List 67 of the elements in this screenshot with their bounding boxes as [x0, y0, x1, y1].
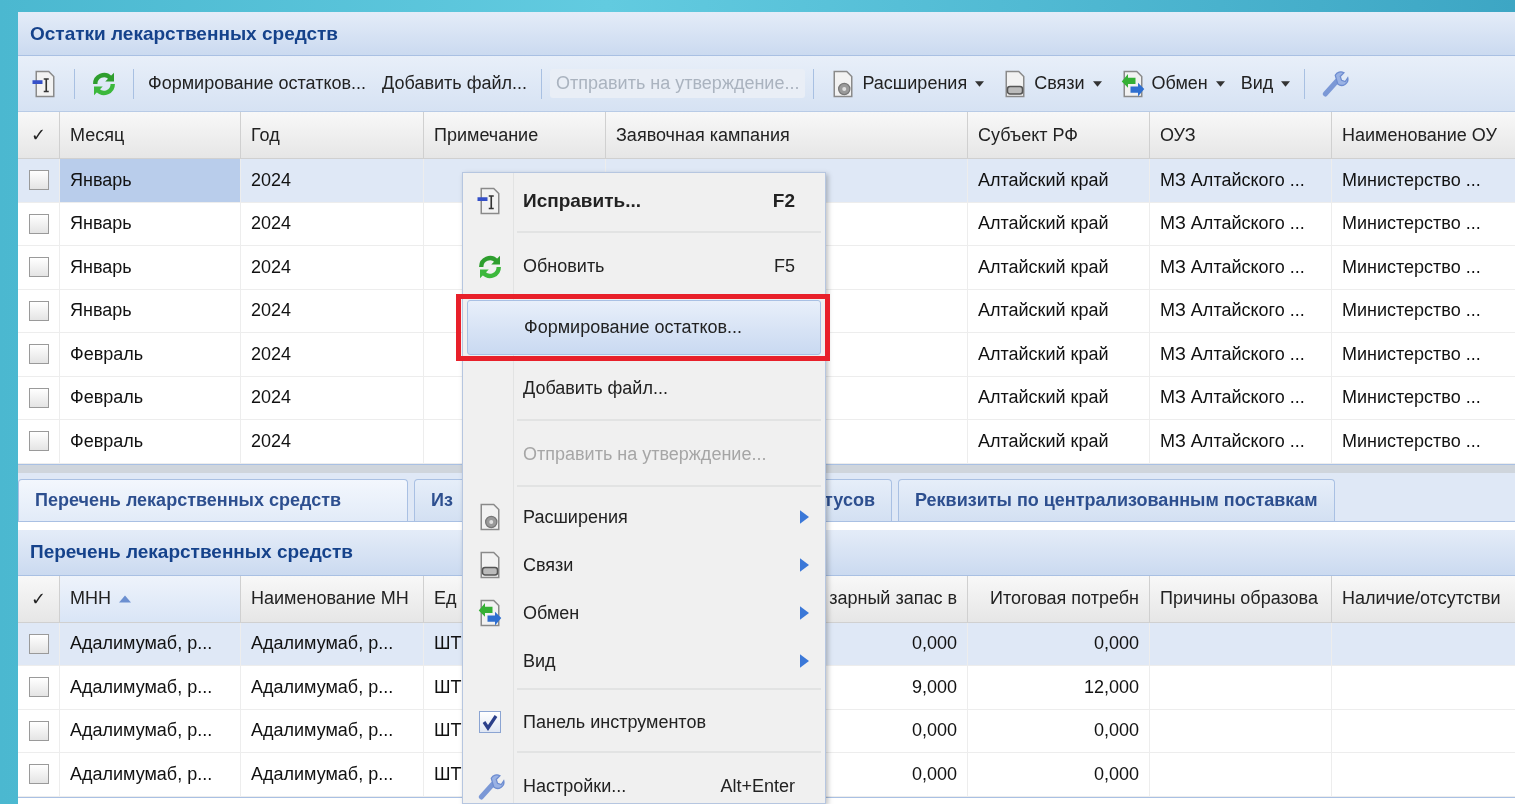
table-cell: Министерство ... [1332, 202, 1515, 245]
table-cell: 0,000 [968, 709, 1150, 752]
table-cell: Адалимумаб, р... [241, 622, 424, 665]
table-cell: 0,000 [968, 753, 1150, 796]
table-cell: Алтайский край [968, 376, 1150, 419]
table-cell: МЗ Алтайского ... [1150, 420, 1332, 463]
menu-item-label: Добавить файл... [523, 378, 669, 399]
table-cell: Алтайский край [968, 333, 1150, 376]
column-header-label: зарный запас в [829, 588, 957, 609]
table-cell: Алтайский край [968, 420, 1150, 463]
table-cell: Министерство ... [1332, 376, 1515, 419]
table-cell: 12,000 [968, 666, 1150, 709]
table-cell: МЗ Алтайского ... [1150, 333, 1332, 376]
menu-item-label: Панель инструментов [523, 711, 707, 733]
table-cell: МЗ Алтайского ... [1150, 246, 1332, 289]
shortcut-label: F5 [774, 256, 795, 277]
table-cell: Министерство ... [1332, 246, 1515, 289]
table-cell: 2024 [241, 202, 424, 245]
table-cell: Январь [60, 159, 241, 202]
table-cell: Алтайский край [968, 159, 1150, 202]
table-cell: Алтайский край [968, 289, 1150, 332]
column-header-label: Наименование МН [251, 588, 409, 609]
table-cell: Январь [60, 202, 241, 245]
table-cell: Январь [60, 246, 241, 289]
table-cell: Февраль [60, 376, 241, 419]
table-cell: Февраль [60, 420, 241, 463]
column-header-label: МНН [70, 588, 111, 609]
table-cell: 2024 [241, 289, 424, 332]
menu-item-label: Связи [523, 554, 575, 576]
shortcut-label: F2 [772, 189, 795, 212]
table-cell: МЗ Алтайского ... [1150, 376, 1332, 419]
menu-item-label: Отправить на утверждение... [523, 444, 768, 465]
table-cell: Январь [60, 289, 241, 332]
menu-item-label: Формирование остатков... [524, 317, 744, 338]
table-cell: Министерство ... [1332, 159, 1515, 202]
table-cell: Адалимумаб, р... [241, 666, 424, 709]
table-cell: Министерство ... [1332, 289, 1515, 332]
table-cell: 2024 [241, 376, 424, 419]
table-cell: Адалимумаб, р... [60, 709, 241, 752]
table-cell: Алтайский край [968, 246, 1150, 289]
table-cell: Адалимумаб, р... [241, 753, 424, 796]
table-cell: 0,000 [968, 622, 1150, 665]
menu-item-label: Расширения [523, 506, 629, 528]
table-cell: 2024 [241, 420, 424, 463]
table-cell: Адалимумаб, р... [241, 709, 424, 752]
table-cell: МЗ Алтайского ... [1150, 159, 1332, 202]
table-cell: Адалимумаб, р... [60, 666, 241, 709]
table-cell: МЗ Алтайского ... [1150, 202, 1332, 245]
table-cell: Министерство ... [1332, 333, 1515, 376]
column-header-label: Ед [434, 588, 457, 609]
table-cell: МЗ Алтайского ... [1150, 289, 1332, 332]
panel-title: Остатки лекарственных средств [18, 12, 1515, 56]
table-cell: 2024 [241, 333, 424, 376]
table-cell: 2024 [241, 159, 424, 202]
menu-item-label: Обновить [523, 256, 606, 277]
table-cell: Адалимумаб, р... [60, 622, 241, 665]
table-cell: 2024 [241, 246, 424, 289]
column-header-label: Наличие/отсутстви [1342, 588, 1501, 609]
table-cell: Министерство ... [1332, 420, 1515, 463]
table-cell: Адалимумаб, р... [60, 753, 241, 796]
menu-item-label: Настройки... [523, 776, 628, 797]
menu-item-label: Исправить... [523, 189, 643, 212]
column-header-label: Причины образова [1160, 588, 1318, 609]
table-cell: Алтайский край [968, 202, 1150, 245]
menu-item-label: Обмен [523, 602, 581, 624]
table-cell: Февраль [60, 333, 241, 376]
column-header-label: Итоговая потребн [990, 588, 1139, 609]
